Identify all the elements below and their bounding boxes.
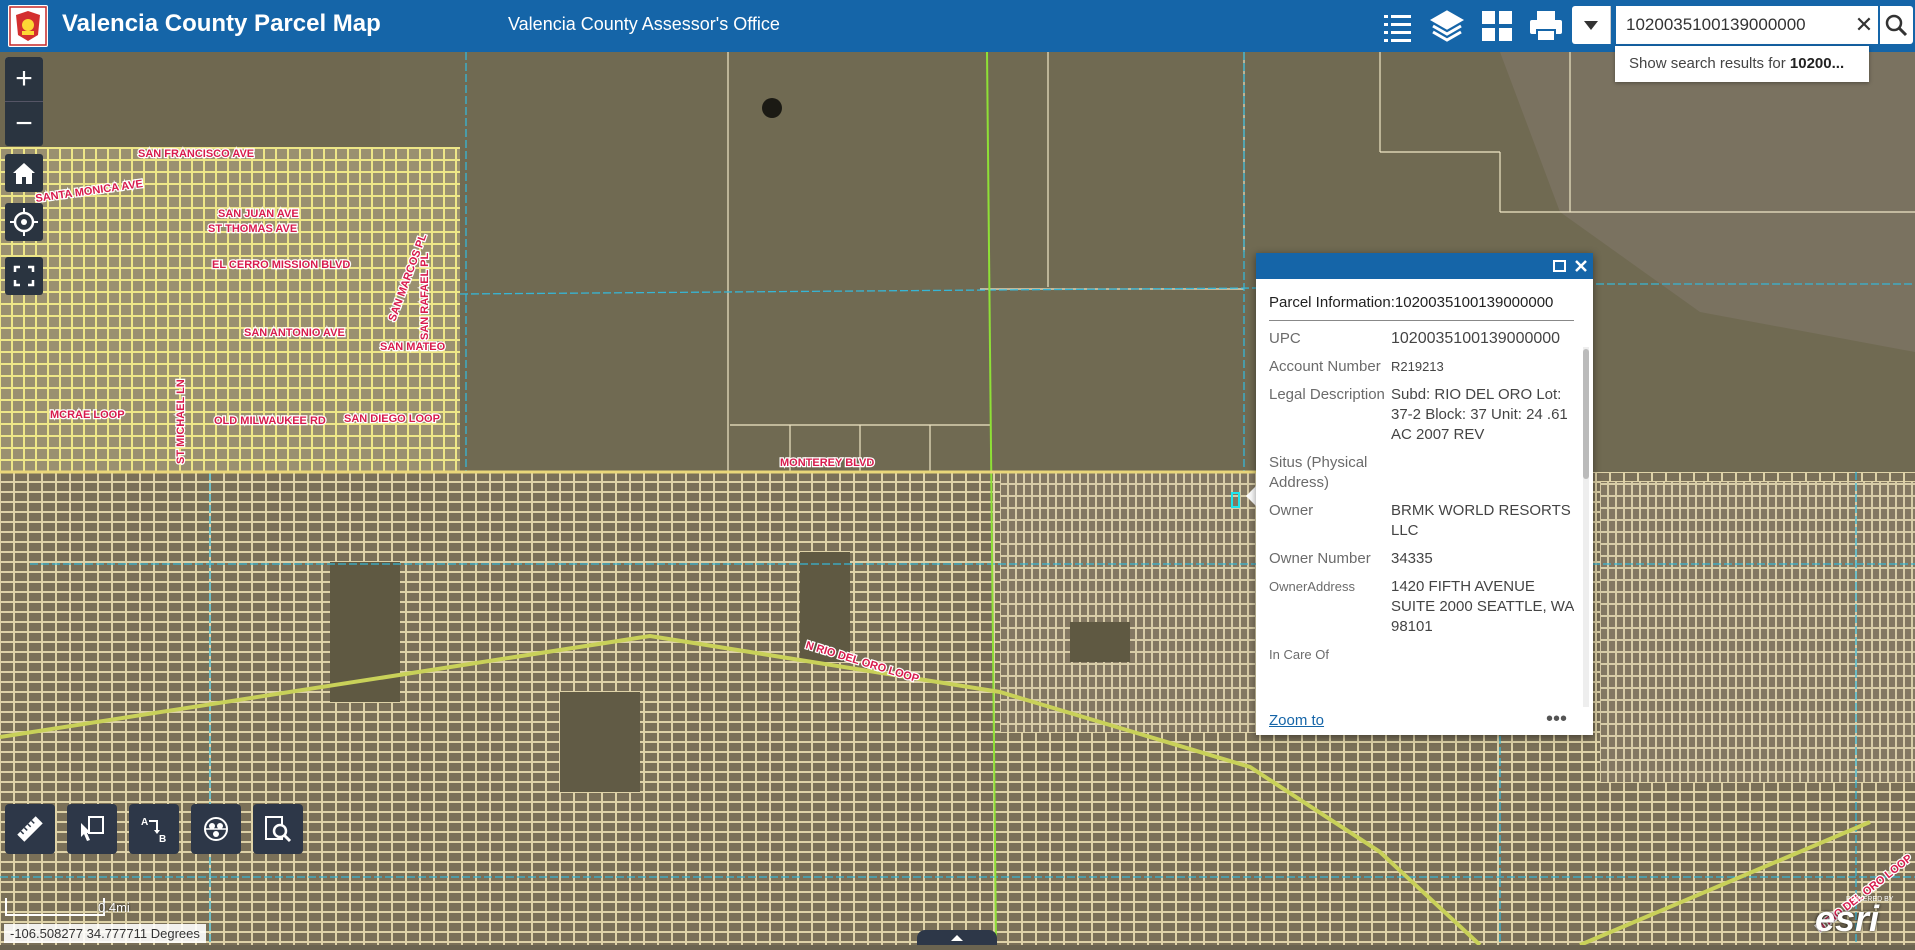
attribute-row: Owner Number 34335 (1269, 549, 1574, 569)
zoom-control: + − (5, 57, 43, 146)
road-label: ST THOMAS AVE (208, 223, 297, 235)
attribute-row: Owner BRMK WORLD RESORTS LLC (1269, 501, 1574, 541)
scale-bar (5, 898, 105, 916)
attribute-value: 1020035100139000000 (1391, 330, 1561, 347)
draw-icon (204, 817, 228, 841)
home-icon (13, 163, 35, 184)
road-label: MONTEREY BLVD (780, 457, 874, 469)
road-label: SAN JUAN AVE (218, 208, 299, 220)
close-icon[interactable] (1573, 258, 1589, 274)
directions-icon: AB (141, 817, 166, 844)
home-button[interactable] (5, 154, 43, 192)
attribute-table-toggle[interactable] (917, 930, 997, 945)
ruler-icon (17, 816, 43, 842)
basemap-gallery-icon[interactable] (1477, 6, 1517, 46)
zoom-out-button[interactable]: − (5, 101, 43, 146)
attribute-value (1391, 645, 1574, 665)
suggestion-term: 10200... (1789, 55, 1845, 72)
road-label: SAN DIEGO LOOP (344, 413, 440, 425)
scale-label: 0.4mi (98, 900, 130, 915)
attribute-label: Owner Number (1269, 550, 1371, 567)
zoom-in-button[interactable]: + (5, 57, 43, 101)
attribute-row: Situs (Physical Address) (1269, 453, 1574, 493)
search-icon (1885, 14, 1908, 37)
esri-logo[interactable]: esri (1815, 898, 1879, 940)
search-button[interactable] (1880, 6, 1913, 44)
popup-divider (1269, 320, 1574, 321)
attribute-row: Account Number R219213 (1269, 357, 1574, 377)
attribute-row: UPC 1020035100139000000 (1269, 329, 1574, 349)
select-icon (81, 816, 104, 841)
road-label: MCRAE LOOP (50, 409, 125, 421)
close-icon[interactable]: ✕ (1850, 6, 1878, 44)
road-label: SAN ANTONIO AVE (244, 327, 345, 339)
query-button[interactable] (253, 804, 303, 854)
print-icon[interactable] (1526, 6, 1566, 46)
app-header: Valencia County Parcel Map Valencia Coun… (0, 0, 1915, 52)
attribute-value: BRMK WORLD RESORTS LLC (1391, 502, 1571, 539)
popup-pointer (1246, 486, 1256, 506)
attribute-row: Legal Description Subd: RIO DEL ORO Lot: … (1269, 385, 1574, 445)
popup-titlebar (1256, 253, 1593, 279)
suggestion-prefix: Show search results for (1629, 55, 1790, 72)
search-input[interactable] (1616, 6, 1850, 44)
road-label: SAN MATEO (380, 341, 446, 353)
fullscreen-button[interactable] (5, 257, 43, 295)
popup-scrollbar-thumb[interactable] (1583, 349, 1589, 479)
measure-button[interactable] (5, 804, 55, 854)
search-widget: ✕ (1572, 6, 1913, 44)
attribute-value: Subd: RIO DEL ORO Lot: 37-2 Block: 37 Un… (1391, 386, 1568, 443)
attribute-value: 1420 FIFTH AVENUE SUITE 2000 SEATTLE, WA… (1391, 578, 1574, 635)
app-title: Valencia County Parcel Map (62, 10, 381, 37)
app-subtitle: Valencia County Assessor's Office (508, 14, 780, 34)
attribute-label: Account Number (1269, 358, 1381, 375)
attribute-row: OwnerAddress 1420 FIFTH AVENUE SUITE 2000… (1269, 577, 1574, 637)
coordinate-readout: -106.508277 34.777711 Degrees (4, 924, 206, 943)
popup-attribute-list: UPC 1020035100139000000 Account Number R21… (1269, 329, 1574, 709)
locate-icon (10, 208, 38, 236)
popup-title: Parcel Information:1020035100139000000 (1269, 294, 1554, 311)
road-label: EL CERRO MISSION BLVD (212, 259, 350, 271)
county-logo (8, 5, 48, 47)
directions-button[interactable]: AB (129, 804, 179, 854)
chevron-down-icon (1584, 21, 1598, 30)
road-label: OLD MILWAUKEE RD (214, 415, 326, 427)
attribute-label: Owner (1269, 502, 1314, 519)
attribute-row: In Care Of (1269, 645, 1574, 665)
svg-text:A: A (141, 817, 148, 828)
draw-button[interactable] (191, 804, 241, 854)
attribute-label: UPC (1269, 330, 1301, 347)
attribute-label: Situs (Physical Address) (1269, 454, 1368, 491)
layers-icon[interactable] (1427, 6, 1467, 46)
search-source-dropdown[interactable] (1572, 6, 1611, 44)
zoom-to-link[interactable]: Zoom to (1269, 712, 1324, 729)
select-button[interactable] (67, 804, 117, 854)
svg-text:B: B (159, 834, 166, 844)
attribute-label: OwnerAddress (1269, 579, 1355, 594)
legend-icon[interactable] (1378, 6, 1418, 46)
more-actions-button[interactable]: ••• (1546, 708, 1567, 731)
locate-button[interactable] (5, 203, 43, 241)
parcel-popup: Parcel Information:1020035100139000000 U… (1256, 253, 1593, 735)
maximize-icon[interactable] (1552, 258, 1568, 274)
road-label: ST MICHAEL LN (175, 379, 187, 464)
fullscreen-icon (13, 265, 35, 287)
chevron-up-icon (951, 935, 963, 941)
attribute-value: R219213 (1391, 359, 1444, 374)
query-icon (265, 816, 292, 843)
attribute-value (1391, 453, 1574, 493)
search-suggestion[interactable]: Show search results for 10200... (1615, 46, 1869, 82)
road-label: SAN RAFAEL PL (419, 253, 431, 340)
road-label: SAN FRANCISCO AVE (138, 148, 254, 160)
attribute-label: Legal Description (1269, 386, 1385, 403)
attribute-label: In Care Of (1269, 647, 1329, 662)
attribute-value: 34335 (1391, 550, 1433, 567)
